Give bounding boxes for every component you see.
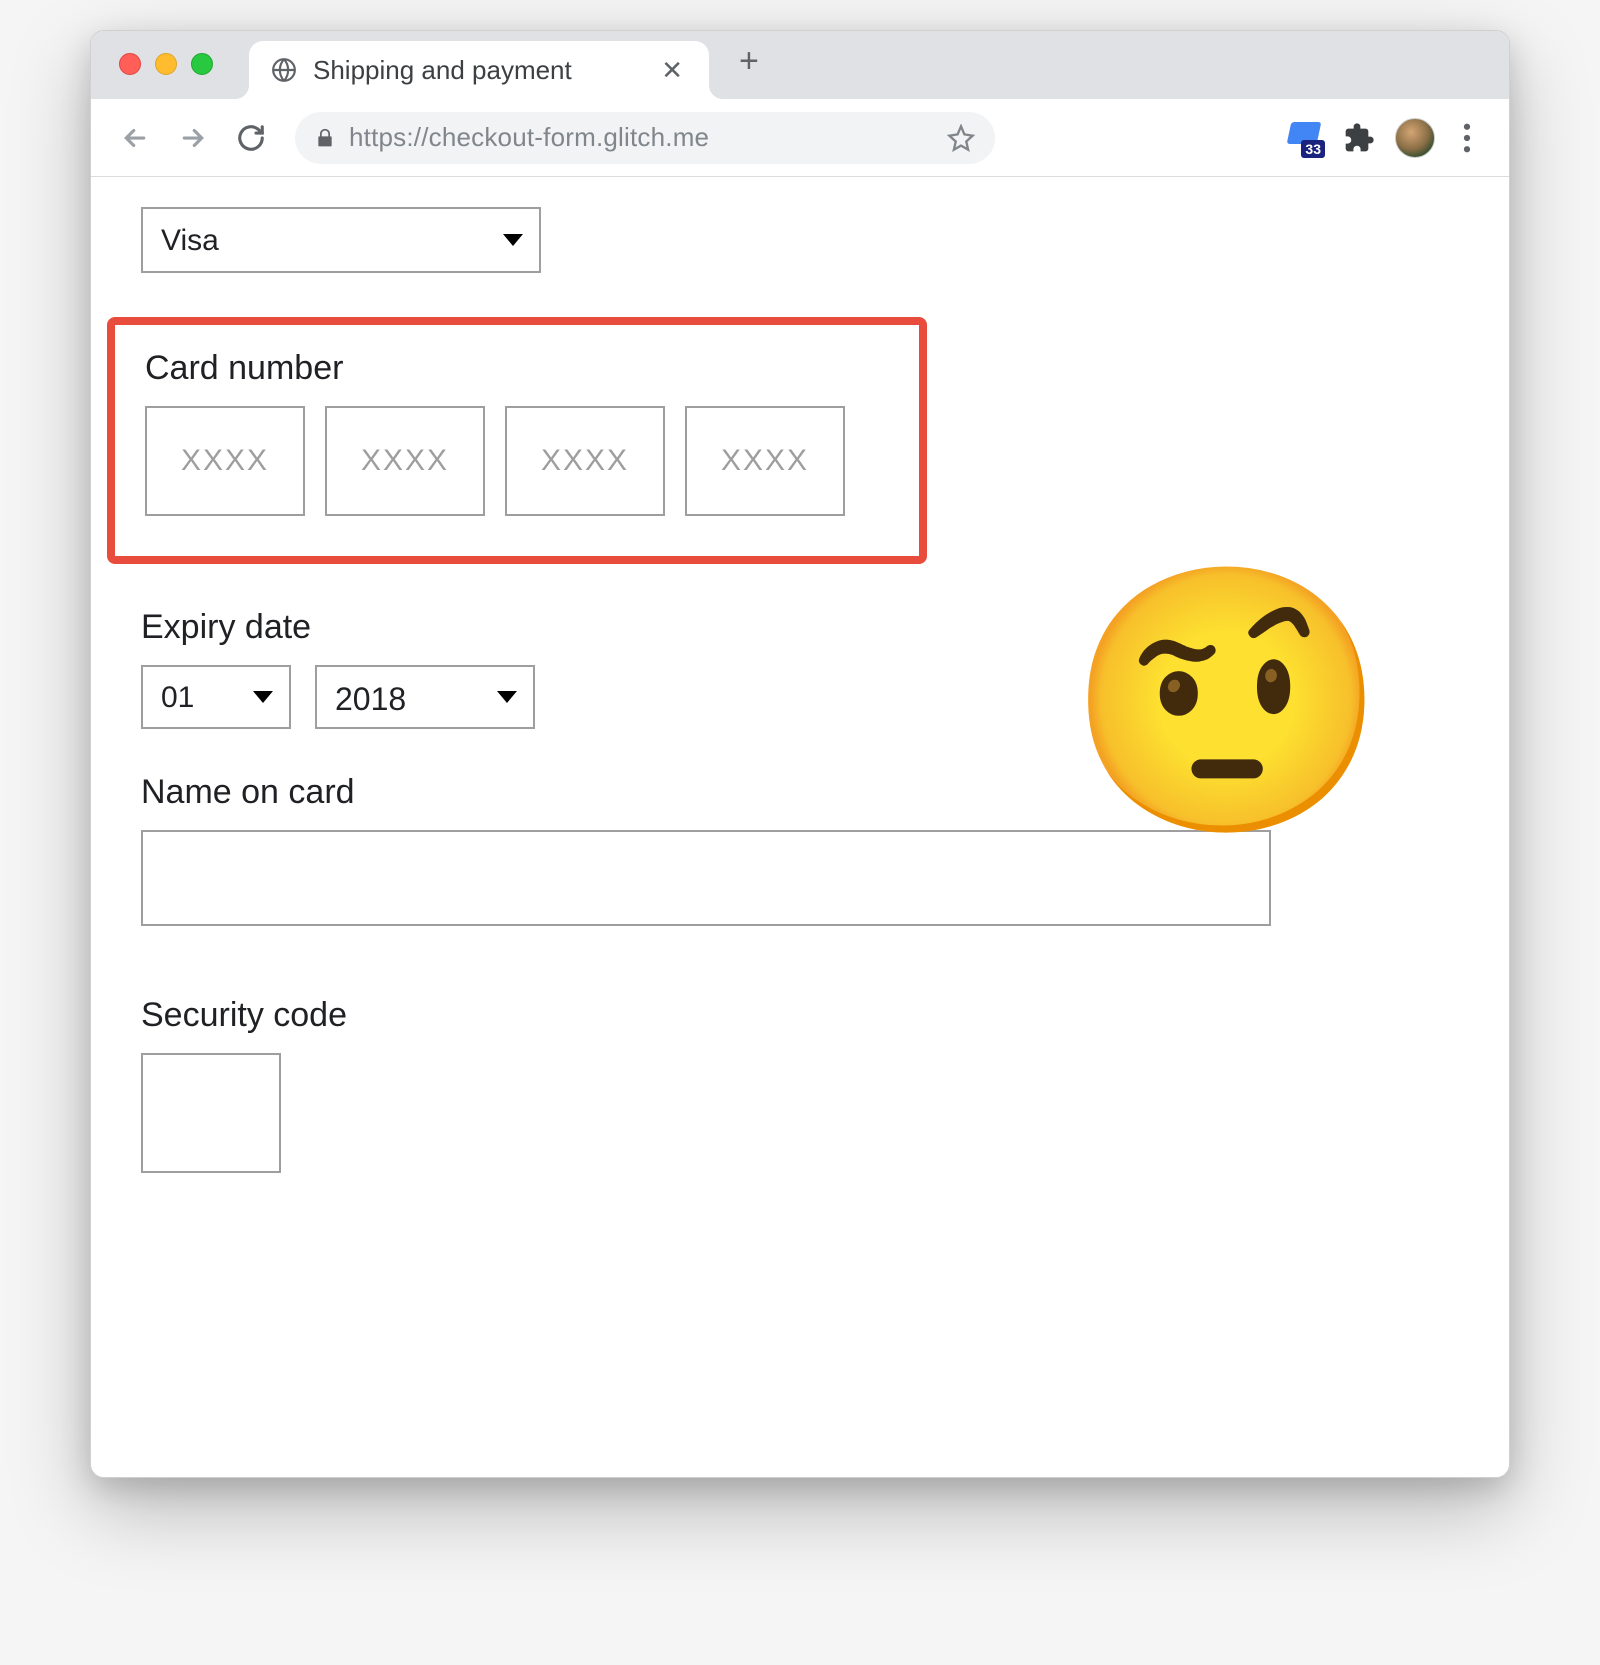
expiry-month-select[interactable]: 01	[141, 665, 291, 729]
forward-button[interactable]	[169, 114, 217, 162]
card-type-select[interactable]: Visa	[141, 207, 541, 273]
new-tab-button[interactable]: +	[739, 42, 759, 89]
extension-badge-count: 33	[1301, 140, 1325, 158]
raised-eyebrow-emoji: 🤨	[1065, 572, 1389, 832]
titlebar: Shipping and payment ✕ +	[91, 31, 1509, 99]
card-segment-4[interactable]	[685, 406, 845, 516]
card-segment-1[interactable]	[145, 406, 305, 516]
minimize-window-button[interactable]	[155, 53, 177, 75]
security-code-group: Security code	[141, 996, 1459, 1173]
security-code-label: Security code	[141, 996, 1459, 1035]
page-content: Visa Card number 🤨 Expiry date 01 2018	[91, 177, 1509, 1477]
bookmark-star-icon[interactable]	[947, 124, 975, 152]
close-tab-icon[interactable]: ✕	[657, 55, 687, 86]
card-type-group: Visa	[141, 207, 1459, 273]
card-number-label: Card number	[145, 349, 889, 388]
profile-avatar[interactable]	[1395, 118, 1435, 158]
back-button[interactable]	[111, 114, 159, 162]
close-window-button[interactable]	[119, 53, 141, 75]
security-code-input[interactable]	[141, 1053, 281, 1173]
maximize-window-button[interactable]	[191, 53, 213, 75]
card-segment-3[interactable]	[505, 406, 665, 516]
extensions-area: 33	[1287, 118, 1489, 158]
expiry-year-select[interactable]: 2018	[315, 665, 535, 729]
card-number-segments	[145, 406, 889, 516]
extensions-icon[interactable]	[1343, 122, 1375, 154]
url-text: https://checkout-form.glitch.me	[349, 122, 709, 153]
browser-window: Shipping and payment ✕ + https://checkou…	[90, 30, 1510, 1478]
kebab-menu-icon[interactable]	[1455, 123, 1479, 153]
browser-toolbar: https://checkout-form.glitch.me 33	[91, 99, 1509, 177]
browser-tab[interactable]: Shipping and payment ✕	[249, 41, 709, 99]
lock-icon	[315, 126, 335, 150]
address-bar[interactable]: https://checkout-form.glitch.me	[295, 112, 995, 164]
reload-button[interactable]	[227, 114, 275, 162]
window-controls	[119, 53, 213, 75]
card-number-highlight: Card number	[107, 317, 927, 564]
tab-title: Shipping and payment	[313, 55, 641, 86]
card-segment-2[interactable]	[325, 406, 485, 516]
globe-icon	[271, 57, 297, 83]
extension-css-overview[interactable]: 33	[1287, 120, 1323, 156]
